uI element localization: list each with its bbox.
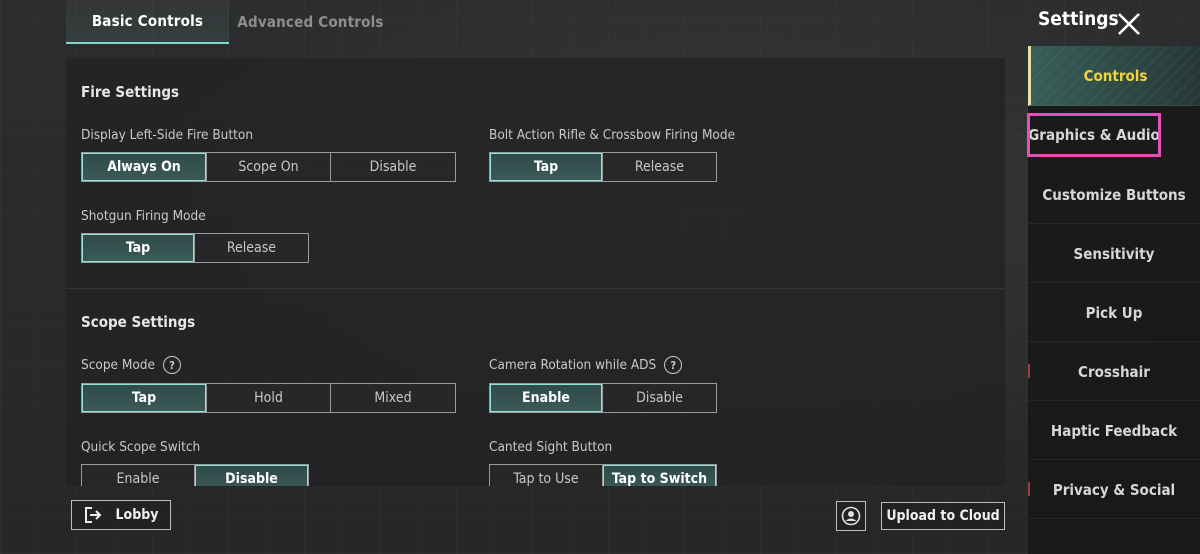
section-divider [66, 288, 1005, 289]
tab-basic-controls[interactable]: Basic Controls [66, 0, 229, 44]
sidebar-item-haptic-feedback[interactable]: Haptic Feedback [1028, 402, 1200, 460]
fire-settings-title: Fire Settings [81, 83, 180, 101]
shotgun-tap-option[interactable]: Tap [82, 234, 195, 262]
camera-rotation-disable-option[interactable]: Disable [603, 384, 716, 412]
camera-rotation-label: Camera Rotation while ADS ? [489, 356, 683, 374]
left-fire-button-segment: Always On Scope On Disable [81, 152, 456, 182]
quick-scope-disable-option[interactable]: Disable [195, 465, 308, 486]
scope-mode-mixed-option[interactable]: Mixed [331, 384, 455, 412]
scope-mode-hold-option[interactable]: Hold [207, 384, 331, 412]
scope-mode-segment: Tap Hold Mixed [81, 383, 456, 413]
scope-mode-label: Scope Mode ? [81, 356, 181, 374]
sidebar-item-label: Pick Up [1085, 303, 1143, 322]
bolt-action-label: Bolt Action Rifle & Crossbow Firing Mode [489, 127, 736, 143]
shotgun-segment: Tap Release [81, 233, 309, 263]
controls-settings-panel[interactable]: Fire Settings Display Left-Side Fire But… [66, 58, 1005, 486]
top-tab-bar: Basic Controls Advanced Controls [66, 0, 392, 44]
close-icon[interactable] [1117, 12, 1141, 36]
sidebar-item-pick-up[interactable]: Pick Up [1028, 284, 1200, 342]
left-fire-button-label: Display Left-Side Fire Button [81, 127, 254, 143]
tab-advanced-controls[interactable]: Advanced Controls [229, 0, 392, 44]
exit-icon [84, 507, 101, 523]
cloud-account-button[interactable] [836, 501, 866, 531]
canted-sight-label: Canted Sight Button [489, 439, 613, 455]
upload-to-cloud-button[interactable]: Upload to Cloud [881, 502, 1005, 530]
quick-scope-enable-option[interactable]: Enable [82, 465, 195, 486]
sidebar-item-label: Graphics & Audio [1028, 125, 1160, 144]
camera-rotation-segment: Enable Disable [489, 383, 717, 413]
sidebar-item-label: Sensitivity [1073, 244, 1155, 263]
sidebar-item-privacy-social[interactable]: Privacy & Social [1028, 461, 1200, 519]
shotgun-label: Shotgun Firing Mode [81, 208, 206, 224]
sidebar-item-label: Customize Buttons [1042, 185, 1186, 204]
sidebar-item-label: Controls [1083, 66, 1148, 85]
shotgun-release-option[interactable]: Release [195, 234, 308, 262]
sidebar-item-crosshair[interactable]: Crosshair [1028, 343, 1200, 401]
bolt-action-release-option[interactable]: Release [603, 153, 716, 181]
sidebar-item-label: Haptic Feedback [1050, 421, 1178, 440]
settings-title: Settings [1038, 8, 1119, 30]
sidebar-item-label: Crosshair [1078, 362, 1150, 381]
canted-sight-tap-to-switch-option[interactable]: Tap to Switch [603, 465, 716, 486]
quick-scope-label: Quick Scope Switch [81, 439, 201, 455]
left-fire-disable-option[interactable]: Disable [331, 153, 455, 181]
sidebar-item-controls[interactable]: Controls [1028, 46, 1200, 106]
cloud-user-icon [841, 506, 861, 526]
lobby-button[interactable]: Lobby [71, 500, 171, 530]
question-circle-icon[interactable]: ? [664, 356, 683, 374]
sidebar-item-graphics-audio[interactable]: Graphics & Audio [1027, 113, 1161, 157]
sidebar-item-label: Privacy & Social [1052, 480, 1176, 499]
left-fire-scope-on-option[interactable]: Scope On [207, 153, 331, 181]
bolt-action-tap-option[interactable]: Tap [490, 153, 603, 181]
sidebar-edge-marker [1028, 364, 1030, 378]
sidebar-item-customize-buttons[interactable]: Customize Buttons [1028, 166, 1200, 224]
camera-rotation-enable-option[interactable]: Enable [490, 384, 603, 412]
quick-scope-segment: Enable Disable [81, 464, 309, 486]
sidebar-edge-marker [1028, 482, 1030, 496]
scope-mode-tap-option[interactable]: Tap [82, 384, 207, 412]
canted-sight-segment: Tap to Use Tap to Switch [489, 464, 717, 486]
lobby-label: Lobby [115, 507, 159, 523]
question-circle-icon[interactable]: ? [162, 356, 181, 374]
left-fire-always-on-option[interactable]: Always On [82, 153, 207, 181]
bolt-action-segment: Tap Release [489, 152, 717, 182]
canted-sight-tap-to-use-option[interactable]: Tap to Use [490, 465, 603, 486]
scope-settings-title: Scope Settings [81, 313, 196, 331]
sidebar-item-sensitivity[interactable]: Sensitivity [1028, 225, 1200, 283]
